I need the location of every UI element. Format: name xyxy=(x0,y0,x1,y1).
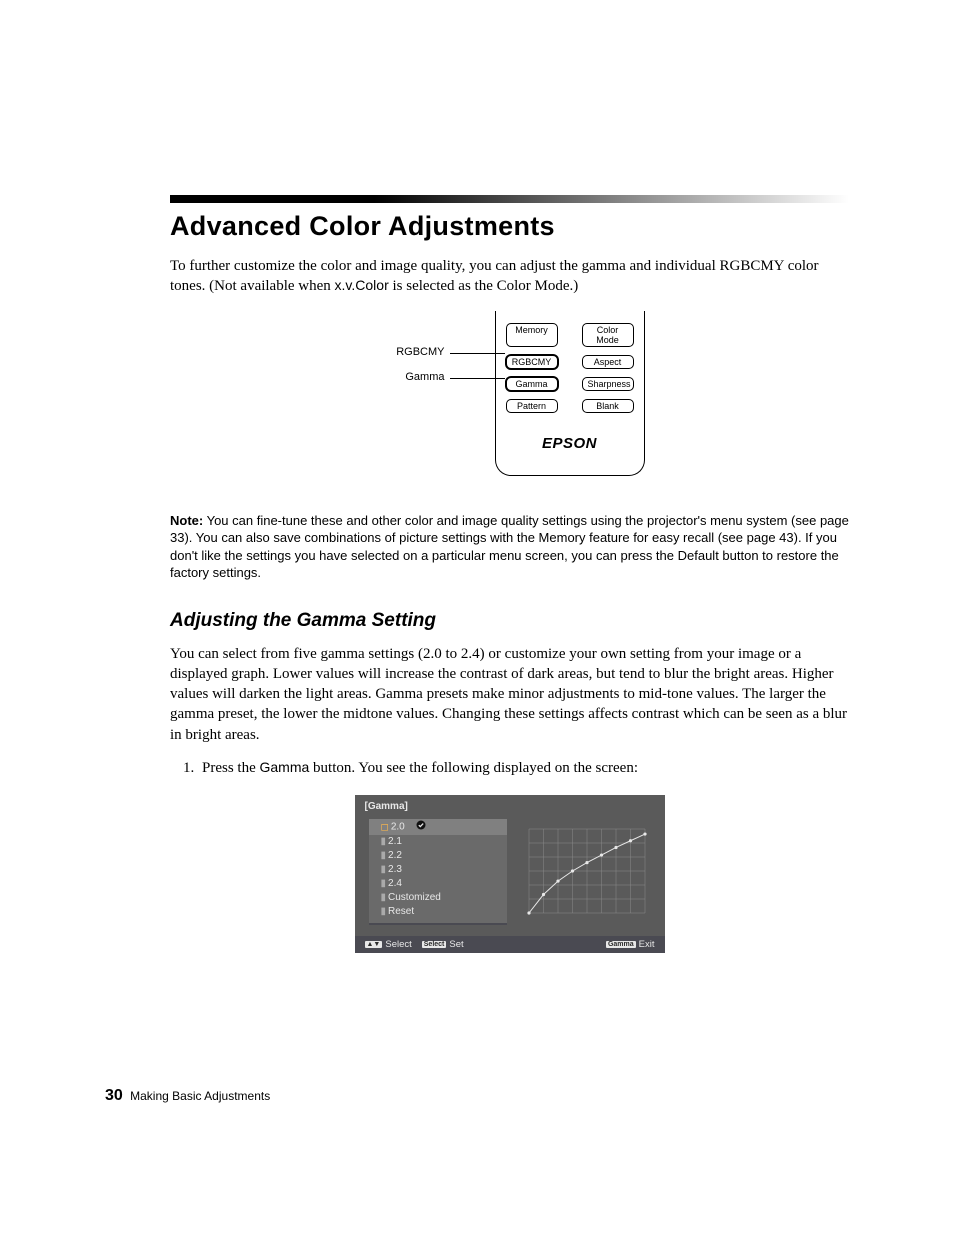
osd-label-reset: Reset xyxy=(388,906,414,917)
osd-label-2-0: 2.0 xyxy=(391,822,405,833)
remote-btn-rgbcmy: RGBCMY xyxy=(506,355,558,369)
bullet-icon: ▮ xyxy=(381,864,387,875)
callout-gamma: Gamma xyxy=(385,371,445,383)
callout-rgbcmy: RGBCMY xyxy=(385,346,445,358)
osd-row-2-3: ▮2.3 xyxy=(369,863,507,877)
bullet-icon: ▮ xyxy=(381,906,387,917)
osd-footer-set-label: Set xyxy=(449,939,463,950)
gamma-subheading: Adjusting the Gamma Setting xyxy=(170,610,849,632)
bullet-icon: ▮ xyxy=(381,892,387,903)
osd-row-reset: ▮Reset xyxy=(369,905,507,919)
step-list: Press the Gamma button. You see the foll… xyxy=(170,759,849,777)
remote-btn-pattern: Pattern xyxy=(506,399,558,413)
step-1-b: button. You see the following displayed … xyxy=(309,760,638,776)
page-footer: 30 Making Basic Adjustments xyxy=(105,1087,270,1105)
bullet-icon: ▮ xyxy=(381,878,387,889)
osd-option-panel: ◻2.0 ▮2.1 ▮2.2 ▮2.3 ▮2.4 ▮Customized ▮Re… xyxy=(369,819,507,925)
osd-header: [Gamma] xyxy=(355,795,665,816)
osd-footer-select-label: Select xyxy=(385,939,411,950)
selected-dot-icon xyxy=(416,820,426,834)
remote-body: Memory Color Mode RGBCMY Aspect Gamma Sh… xyxy=(495,311,645,476)
osd-footer-select: ▲▼ Select xyxy=(365,939,412,950)
gamma-tag-icon: Gamma xyxy=(606,941,636,948)
bullet-icon: ▮ xyxy=(381,836,387,847)
osd-row-2-1: ▮2.1 xyxy=(369,835,507,849)
osd-footer: ▲▼ Select Select Set Gamma Exit xyxy=(355,936,665,953)
gamma-button-word: Gamma xyxy=(260,759,310,775)
osd-row-2-2: ▮2.2 xyxy=(369,849,507,863)
gradient-rule xyxy=(170,195,849,203)
remote-btn-sharpness: Sharpness xyxy=(582,377,634,391)
page-title: Advanced Color Adjustments xyxy=(170,211,849,242)
bullet-icon: ◻ xyxy=(381,822,389,833)
osd-label-2-2: 2.2 xyxy=(388,850,402,861)
page-number: 30 xyxy=(105,1087,123,1104)
gamma-paragraph: You can select from five gamma settings … xyxy=(170,644,849,745)
osd-footer-exit: Gamma Exit xyxy=(606,939,655,950)
epson-logo: EPSON xyxy=(506,435,634,452)
note-text: You can fine-tune these and other color … xyxy=(170,513,849,581)
osd-row-customized: ▮Customized xyxy=(369,891,507,905)
up-down-arrows-icon: ▲▼ xyxy=(365,941,383,948)
note-label: Note: xyxy=(170,513,203,528)
intro-text-b: is selected as the Color Mode.) xyxy=(389,278,579,294)
intro-paragraph: To further customize the color and image… xyxy=(170,256,849,297)
osd-label-customized: Customized xyxy=(388,892,441,903)
note-block: Note: You can fine-tune these and other … xyxy=(170,512,849,582)
osd-row-2-4: ▮2.4 xyxy=(369,877,507,891)
remote-btn-blank: Blank xyxy=(582,399,634,413)
osd-footer-exit-label: Exit xyxy=(639,939,655,950)
xv-color-term: x.v.Color xyxy=(335,277,389,293)
select-tag-icon: Select xyxy=(422,941,447,948)
osd-label-2-1: 2.1 xyxy=(388,836,402,847)
gamma-curve-chart xyxy=(523,823,651,919)
section-title: Making Basic Adjustments xyxy=(130,1089,270,1103)
remote-control-figure: RGBCMY Gamma Memory Color Mode RGBCMY As… xyxy=(375,311,645,486)
remote-btn-aspect: Aspect xyxy=(582,355,634,369)
remote-btn-memory: Memory xyxy=(506,323,558,347)
step-1-a: Press the xyxy=(202,760,260,776)
remote-btn-colormode: Color Mode xyxy=(582,323,634,347)
osd-row-2-0: ◻2.0 xyxy=(369,819,507,835)
osd-label-2-4: 2.4 xyxy=(388,878,402,889)
step-1: Press the Gamma button. You see the foll… xyxy=(198,759,849,777)
bullet-icon: ▮ xyxy=(381,850,387,861)
osd-footer-set: Select Set xyxy=(422,939,464,950)
remote-btn-gamma: Gamma xyxy=(506,377,558,391)
osd-label-2-3: 2.3 xyxy=(388,864,402,875)
gamma-osd-figure: [Gamma] ◻2.0 ▮2.1 ▮2.2 ▮2.3 ▮2.4 ▮Custom… xyxy=(355,795,665,953)
